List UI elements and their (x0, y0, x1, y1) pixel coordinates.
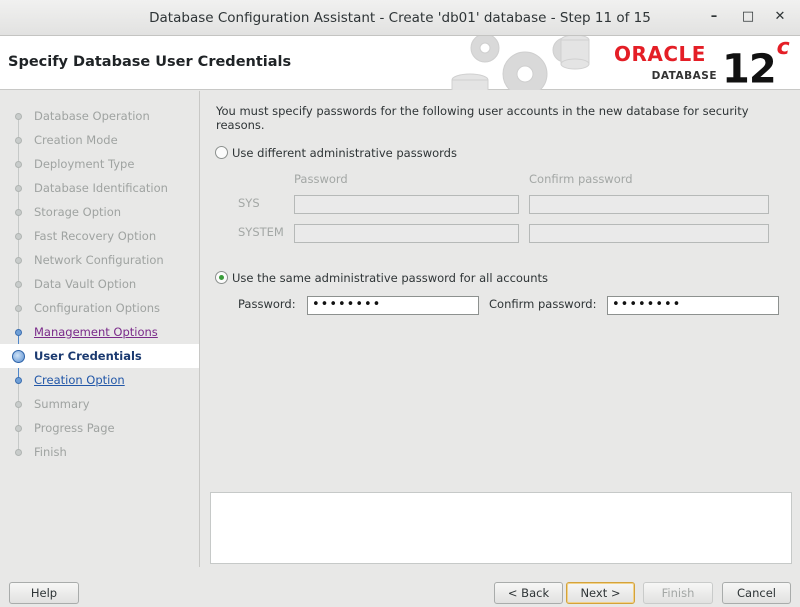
step-deployment-type: Deployment Type (0, 152, 199, 176)
step-indicator-icon (15, 233, 22, 240)
step-label: Database Operation (34, 109, 150, 123)
same-password-label[interactable]: Use the same administrative password for… (232, 271, 548, 285)
step-label: Progress Page (34, 421, 115, 435)
step-summary: Summary (0, 392, 199, 416)
different-passwords-label[interactable]: Use different administrative passwords (232, 146, 457, 160)
confirm-password-input[interactable]: •••••••• (607, 296, 779, 315)
page-header: Specify Database User Credentials ORACLE… (0, 35, 800, 93)
step-label: Creation Option (34, 373, 125, 387)
step-creation-mode: Creation Mode (0, 128, 199, 152)
step-indicator-icon (15, 377, 22, 384)
oracle-logo: ORACLE DATABASE (614, 44, 719, 82)
step-label: Fast Recovery Option (34, 229, 157, 243)
step-database-identification: Database Identification (0, 176, 199, 200)
cancel-button[interactable]: Cancel (722, 582, 791, 604)
step-configuration-options: Configuration Options (0, 296, 199, 320)
version-logo: 12c (722, 35, 790, 93)
step-indicator-icon (15, 137, 22, 144)
message-pane (210, 492, 792, 564)
step-label: Database Identification (34, 181, 168, 195)
window-title: Database Configuration Assistant - Creat… (149, 10, 651, 26)
step-label: Network Configuration (34, 253, 164, 267)
step-indicator-icon (15, 425, 22, 432)
step-network-configuration: Network Configuration (0, 248, 199, 272)
password-label: Password: (238, 297, 296, 311)
step-label: Configuration Options (34, 301, 161, 315)
page-title: Specify Database User Credentials (8, 54, 292, 70)
next-button[interactable]: Next > (566, 582, 635, 604)
close-button[interactable]: ✕ (772, 9, 788, 25)
gears-illustration-icon (451, 36, 590, 90)
step-database-operation: Database Operation (0, 104, 199, 128)
intro-text: You must specify passwords for the follo… (216, 104, 749, 132)
same-password-radio[interactable] (215, 271, 228, 284)
step-creation-option[interactable]: Creation Option (0, 368, 199, 392)
step-progress-page: Progress Page (0, 416, 199, 440)
step-label: Deployment Type (34, 157, 135, 171)
oracle-database-label: DATABASE (651, 70, 717, 82)
step-indicator-icon (15, 329, 22, 336)
password-input[interactable]: •••••••• (307, 296, 479, 315)
step-user-credentials: User Credentials (0, 344, 199, 368)
different-passwords-radio[interactable] (215, 146, 228, 159)
main-content: You must specify passwords for the follo… (201, 91, 800, 567)
version-number: 12 (722, 46, 777, 93)
step-indicator-icon (15, 257, 22, 264)
step-indicator-icon (15, 209, 22, 216)
version-suffix: c (776, 35, 790, 60)
sys-confirm-password-field[interactable] (529, 195, 769, 214)
maximize-button[interactable]: □ (740, 9, 756, 25)
step-indicator-icon (15, 449, 22, 456)
oracle-wordmark: ORACLE (614, 42, 706, 66)
step-fast-recovery-option: Fast Recovery Option (0, 224, 199, 248)
steps-sidebar: Database Operation Creation Mode Deploymen… (0, 91, 200, 567)
step-storage-option: Storage Option (0, 200, 199, 224)
step-indicator-icon (15, 305, 22, 312)
button-bar: Help < Back Next > Finish Cancel (0, 567, 800, 607)
step-label: Data Vault Option (34, 277, 137, 291)
system-row-label: SYSTEM (238, 225, 284, 239)
finish-button[interactable]: Finish (643, 582, 713, 604)
back-button[interactable]: < Back (494, 582, 563, 604)
step-label: Creation Mode (34, 133, 118, 147)
step-label: Storage Option (34, 205, 122, 219)
step-data-vault-option: Data Vault Option (0, 272, 199, 296)
step-label: User Credentials (34, 349, 142, 363)
step-indicator-icon (15, 281, 22, 288)
step-label: Finish (34, 445, 67, 459)
confirm-password-column-header: Confirm password (529, 172, 633, 186)
window-titlebar: Database Configuration Assistant - Creat… (0, 0, 800, 36)
password-column-header: Password (294, 172, 348, 186)
step-indicator-icon (15, 401, 22, 408)
sys-password-field[interactable] (294, 195, 519, 214)
system-confirm-password-field[interactable] (529, 224, 769, 243)
minimize-button[interactable]: – (706, 9, 722, 25)
step-indicator-icon (12, 350, 25, 363)
step-management-options[interactable]: Management Options (0, 320, 199, 344)
step-label: Management Options (34, 325, 158, 339)
help-button[interactable]: Help (9, 582, 79, 604)
system-password-field[interactable] (294, 224, 519, 243)
step-indicator-icon (15, 161, 22, 168)
step-finish: Finish (0, 440, 199, 464)
step-label: Summary (34, 397, 90, 411)
step-indicator-icon (15, 113, 22, 120)
step-indicator-icon (15, 185, 22, 192)
confirm-password-label: Confirm password: (489, 297, 597, 311)
sys-row-label: SYS (238, 196, 260, 210)
